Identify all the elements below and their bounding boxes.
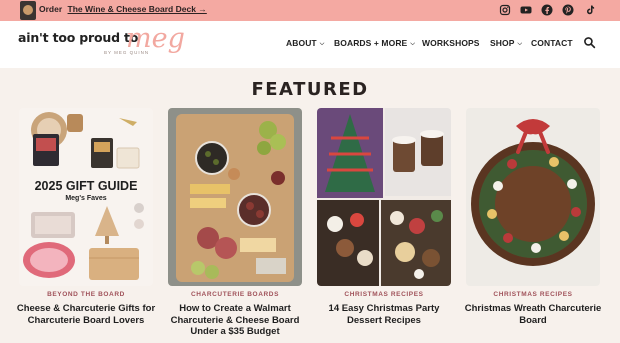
facebook-icon[interactable] (540, 3, 554, 17)
promo-thumbnail[interactable] (20, 1, 36, 20)
logo-main-text: ain't too proud to (18, 30, 139, 45)
youtube-icon[interactable] (519, 3, 533, 17)
promo-bar: Order The Wine & Cheese Board Deck → (0, 0, 620, 21)
instagram-icon[interactable] (498, 3, 512, 17)
nav-shop[interactable]: SHOP ⌵ (490, 38, 522, 49)
card-title[interactable]: Cheese & Charcuterie Gifts for Charcuter… (15, 303, 157, 326)
card-title[interactable]: How to Create a Walmart Charcuterie & Ch… (164, 303, 306, 338)
pinterest-icon[interactable] (561, 3, 575, 17)
card-category[interactable]: CHRISTMAS RECIPES (466, 291, 600, 298)
site-header: ain't too proud to meg BY MEG QUINN ABOU… (0, 21, 620, 68)
gift-guide-overlay-title: 2025 GIFT GUIDE (35, 179, 138, 193)
card-image[interactable] (168, 108, 302, 286)
featured-heading: FEATURED (251, 79, 369, 100)
nav-boards-more[interactable]: BOARDS + MORE ⌵ (334, 38, 415, 49)
card-category[interactable]: CHRISTMAS RECIPES (317, 291, 451, 298)
card-title[interactable]: 14 Easy Christmas Party Dessert Recipes (313, 303, 455, 326)
chevron-down-icon: ⌵ (319, 41, 325, 47)
nav-boards-label: BOARDS + MORE (334, 38, 408, 48)
nav-workshops-label: WORKSHOPS (422, 38, 480, 48)
card-category[interactable]: BEYOND THE BOARD (19, 291, 153, 298)
nav-shop-label: SHOP (490, 38, 515, 48)
nav-contact[interactable]: CONTACT (531, 38, 573, 48)
card-image[interactable]: 2025 GIFT GUIDE Meg's Faves (19, 108, 153, 286)
nav-contact-label: CONTACT (531, 38, 573, 48)
nav-about-label: ABOUT (286, 38, 317, 48)
tiktok-icon[interactable] (583, 3, 597, 17)
card-title[interactable]: Christmas Wreath Charcuterie Board (462, 303, 604, 326)
site-logo[interactable]: ain't too proud to meg BY MEG QUINN (18, 23, 185, 63)
nav-about[interactable]: ABOUT ⌵ (286, 38, 324, 49)
chevron-down-icon: ⌵ (517, 41, 523, 47)
search-icon[interactable] (583, 36, 596, 49)
promo-text: Order The Wine & Cheese Board Deck → (39, 4, 207, 14)
card-category[interactable]: CHARCUTERIE BOARDS (168, 291, 302, 298)
promo-prefix: Order (39, 4, 63, 14)
logo-byline: BY MEG QUINN (104, 50, 150, 55)
nav-workshops[interactable]: WORKSHOPS (422, 38, 480, 48)
card-image[interactable] (317, 108, 451, 286)
gift-guide-overlay-sub: Meg's Faves (65, 195, 106, 202)
card-image[interactable] (466, 108, 600, 286)
promo-link[interactable]: The Wine & Cheese Board Deck → (68, 4, 207, 14)
chevron-down-icon: ⌵ (410, 41, 415, 47)
